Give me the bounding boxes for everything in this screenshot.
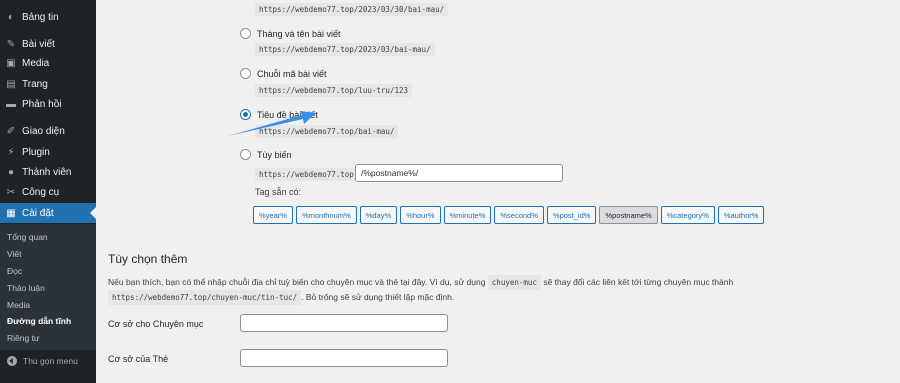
sidebar-item-label: Công cụ bbox=[22, 186, 60, 198]
brush-icon: ✐ bbox=[6, 125, 16, 137]
radio-button[interactable] bbox=[240, 68, 251, 79]
sidebar-item-label: Bài viết bbox=[22, 38, 55, 50]
submenu-item-privacy[interactable]: Riêng tư bbox=[7, 333, 40, 343]
sidebar-item-media[interactable]: ▣ Media bbox=[0, 53, 96, 73]
tag-button-postname[interactable]: %postname% bbox=[599, 206, 658, 224]
url-example: https://webdemo77.top/luu-tru/123 bbox=[255, 84, 413, 97]
desc-text: Nếu bạn thích, bạn có thể nhập chuỗi địa… bbox=[108, 277, 486, 287]
collapse-icon bbox=[7, 356, 17, 366]
sidebar-item-tools[interactable]: ✂ Công cụ bbox=[0, 182, 96, 202]
sidebar-item-plugins[interactable]: ⚡ Plugin bbox=[0, 142, 96, 162]
available-tags-label: Tag sẵn có: bbox=[255, 187, 302, 197]
category-base-input[interactable] bbox=[240, 314, 448, 332]
user-icon: ● bbox=[7, 166, 15, 178]
tag-button-year[interactable]: %year% bbox=[253, 206, 293, 224]
desc-text: . Bỏ trống sẽ sử dụng thiết lập mặc định… bbox=[301, 292, 455, 302]
media-icon: ▣ bbox=[6, 57, 16, 69]
tag-button-day[interactable]: %day% bbox=[359, 206, 398, 224]
plugin-icon: ⚡ bbox=[7, 146, 15, 158]
sidebar-item-label: Giao diện bbox=[22, 125, 65, 137]
radio-month-name[interactable]: Tháng và tên bài viết bbox=[240, 28, 341, 39]
desc-code-url: https://webdemo77.top/chuyen-muc/tin-tuc… bbox=[108, 290, 302, 305]
sidebar-item-label: Plugin bbox=[22, 146, 50, 158]
tag-base-input[interactable] bbox=[240, 349, 448, 367]
submenu-item-writing[interactable]: Viết bbox=[7, 249, 22, 259]
radio-label: Tháng và tên bài viết bbox=[257, 28, 341, 39]
wrench-icon: ✂ bbox=[6, 186, 16, 198]
sidebar-item-settings[interactable]: ▦ Cài đặt bbox=[0, 203, 96, 223]
pin-icon: ✎ bbox=[6, 38, 16, 50]
collapse-menu-label: Thu gọn menu bbox=[23, 356, 78, 366]
sidebar-item-users[interactable]: ● Thành viên bbox=[0, 162, 96, 182]
tag-button-monthnum[interactable]: %monthnum% bbox=[295, 206, 357, 224]
sidebar-item-label: Cài đặt bbox=[22, 207, 54, 219]
settings-icon: ▦ bbox=[6, 207, 16, 219]
available-tags: %year% %monthnum% %day% %hour% %minute% … bbox=[253, 206, 765, 224]
category-base-label: Cơ sở cho Chuyên mục bbox=[108, 319, 204, 329]
custom-base-url: https://webdemo77.top bbox=[255, 168, 358, 181]
radio-button[interactable] bbox=[240, 149, 251, 160]
radio-button[interactable] bbox=[240, 28, 251, 39]
tag-button-category[interactable]: %category% bbox=[660, 206, 715, 224]
sidebar-item-comments[interactable]: ▬ Phản hồi bbox=[0, 94, 96, 114]
radio-label: Tùy biến bbox=[257, 149, 292, 160]
sidebar-item-label: Thành viên bbox=[22, 166, 72, 178]
comment-icon: ▬ bbox=[6, 98, 16, 110]
sidebar-item-label: Media bbox=[22, 57, 50, 69]
sidebar-item-posts[interactable]: ✎ Bài viết bbox=[0, 34, 96, 54]
sidebar-item-label: Phản hồi bbox=[22, 98, 62, 110]
tag-button-hour[interactable]: %hour% bbox=[400, 206, 441, 224]
tag-button-author[interactable]: %author% bbox=[717, 206, 765, 224]
url-example: https://webdemo77.top/2023/03/bai-mau/ bbox=[255, 43, 435, 56]
sidebar-item-label: Bảng tin bbox=[22, 11, 59, 23]
tag-base-label: Cơ sở của Thẻ bbox=[108, 354, 169, 364]
top-url-example: https://webdemo77.top/2023/03/30/bai-mau… bbox=[255, 3, 449, 16]
submenu-item-reading[interactable]: Đọc bbox=[7, 266, 22, 276]
tag-button-minute[interactable]: %minute% bbox=[443, 206, 492, 224]
submenu-item-permalinks[interactable]: Đường dẫn tĩnh bbox=[7, 316, 71, 326]
tag-button-second[interactable]: %second% bbox=[494, 206, 544, 224]
desc-code-example: chuyen-muc bbox=[487, 275, 541, 290]
annotation-arrow bbox=[228, 111, 316, 136]
submenu-item-general[interactable]: Tổng quan bbox=[7, 232, 48, 242]
sidebar-item-appearance[interactable]: ✐ Giao diện bbox=[0, 121, 96, 141]
submenu-item-media[interactable]: Media bbox=[7, 300, 30, 310]
optional-section-title: Tùy chọn thêm bbox=[108, 252, 188, 266]
radio-custom[interactable]: Tùy biến bbox=[240, 149, 292, 160]
radio-label: Chuỗi mã bài viết bbox=[257, 68, 327, 79]
sidebar-item-label: Trang bbox=[22, 78, 48, 90]
collapse-menu-button[interactable]: Thu gọn menu bbox=[0, 352, 96, 370]
page-icon: ▤ bbox=[6, 78, 16, 90]
dashboard-icon: ◐ bbox=[7, 11, 15, 23]
custom-structure-input[interactable]: /%postname%/ bbox=[355, 164, 563, 182]
sidebar-item-pages[interactable]: ▤ Trang bbox=[0, 74, 96, 94]
sidebar-item-dashboard[interactable]: ◐ Bảng tin bbox=[0, 7, 96, 27]
optional-description: Nếu bạn thích, bạn có thể nhập chuỗi địa… bbox=[108, 275, 893, 305]
tag-button-post-id[interactable]: %post_id% bbox=[546, 206, 597, 224]
desc-text: sẽ thay đổi các liên kết tới từng chuyên… bbox=[543, 277, 734, 287]
submenu-item-discussion[interactable]: Thảo luận bbox=[7, 283, 45, 293]
radio-numeric[interactable]: Chuỗi mã bài viết bbox=[240, 68, 327, 79]
admin-sidebar: ◐ Bảng tin ✎ Bài viết ▣ Media ▤ Trang ▬ … bbox=[0, 0, 96, 383]
main-content: https://webdemo77.top/2023/03/30/bai-mau… bbox=[96, 0, 900, 383]
